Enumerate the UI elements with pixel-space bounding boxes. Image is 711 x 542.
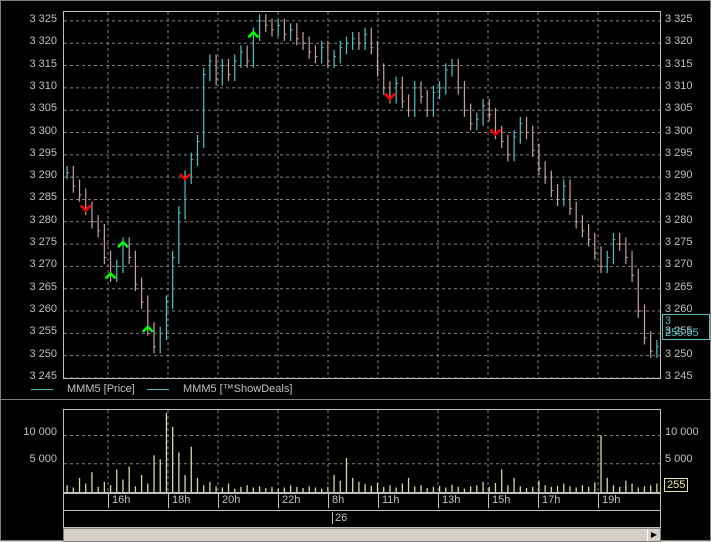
price-chart-svg xyxy=(64,12,660,379)
legend-label: MMM5 [Price] xyxy=(67,383,135,395)
current-volume-label: 255 xyxy=(664,478,689,492)
time-axis-days: 26 xyxy=(63,510,661,528)
horizontal-scrollbar[interactable]: ▶ xyxy=(63,528,661,542)
hour-label: 22h xyxy=(278,494,300,508)
hour-label: 16h xyxy=(108,494,130,508)
price-axis-label: 3 295 xyxy=(29,146,57,159)
price-axis-label: 3 275 xyxy=(665,236,693,249)
price-axis-label: 3 270 xyxy=(665,258,693,271)
hour-label: 13h xyxy=(438,494,460,508)
price-axis-label: 3 245 xyxy=(665,370,693,382)
price-axis-label: 3 285 xyxy=(29,191,57,204)
legend-line-icon xyxy=(147,388,169,390)
price-axis-label: 3 320 xyxy=(29,35,57,48)
volume-chart-svg xyxy=(64,410,660,492)
price-axis-label: 3 280 xyxy=(665,213,693,226)
price-axis-label: 3 315 xyxy=(29,57,57,70)
legend-item-showdeals: MMM5 [™ShowDeals] xyxy=(147,383,292,395)
pane-divider[interactable] xyxy=(1,399,710,400)
current-price-label: 3 255.55 xyxy=(662,314,710,340)
hour-label: 8h xyxy=(328,494,344,508)
price-axis-label: 3 265 xyxy=(29,280,57,293)
price-axis-label: 3 290 xyxy=(29,169,57,182)
price-axis-label: 3 245 xyxy=(29,370,57,382)
price-plot[interactable] xyxy=(63,11,661,379)
hour-label: 11h xyxy=(378,494,400,508)
price-axis-label: 3 260 xyxy=(29,303,57,316)
volume-plot[interactable] xyxy=(63,409,661,493)
legend-item-price: MMM5 [Price] xyxy=(31,383,135,395)
scroll-right-arrow-icon[interactable]: ▶ xyxy=(647,529,660,541)
price-axis-label: 3 300 xyxy=(665,124,693,137)
volume-axis-label: 10 000 xyxy=(23,426,57,438)
price-axis-label: 3 265 xyxy=(665,280,693,293)
time-axis-hours: 16h 18h 20h 22h 8h 11h 13h 15h 17h 19h xyxy=(63,493,661,511)
hour-label: 20h xyxy=(218,494,240,508)
price-axis-label: 3 255 xyxy=(29,325,57,338)
price-axis-label: 3 250 xyxy=(29,347,57,360)
hour-label: 17h xyxy=(538,494,560,508)
price-axis-label: 3 310 xyxy=(29,79,57,92)
chart-window: 3 325 3 320 3 315 3 310 3 305 3 300 3 295 3 290… xyxy=(0,0,711,542)
price-axis-label: 3 300 xyxy=(29,124,57,137)
price-axis-label: 3 305 xyxy=(29,102,57,115)
day-label: 26 xyxy=(332,512,347,524)
price-axis-label: 3 275 xyxy=(29,236,57,249)
price-axis-label: 3 310 xyxy=(665,79,693,92)
price-axis-label: 3 325 xyxy=(29,12,57,25)
price-axis-label: 3 250 xyxy=(665,347,693,360)
price-axis-label: 3 295 xyxy=(665,146,693,159)
price-axis-label: 3 325 xyxy=(665,12,693,25)
price-axis-label: 3 290 xyxy=(665,169,693,182)
price-axis-label: 3 285 xyxy=(665,191,693,204)
volume-axis-label: 5 000 xyxy=(29,453,57,465)
price-axis-label: 3 305 xyxy=(665,102,693,115)
price-axis-label: 3 320 xyxy=(665,35,693,48)
legend-line-icon xyxy=(31,388,53,390)
hour-label: 15h xyxy=(488,494,510,508)
price-axis-label: 3 280 xyxy=(29,213,57,226)
price-axis-label: 3 315 xyxy=(665,57,693,70)
volume-axis-label: 10 000 xyxy=(665,426,699,438)
price-axis-label: 3 270 xyxy=(29,258,57,271)
hour-label: 19h xyxy=(598,494,620,508)
volume-axis-label: 5 000 xyxy=(665,453,693,465)
hour-label: 18h xyxy=(168,494,190,508)
legend-label: MMM5 [™ShowDeals] xyxy=(183,383,293,395)
